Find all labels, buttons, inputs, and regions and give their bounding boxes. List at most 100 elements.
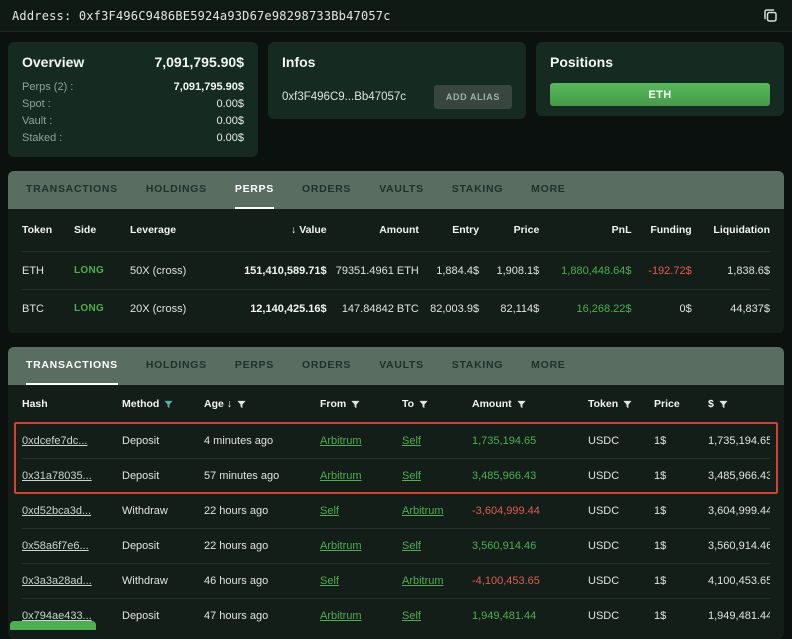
perps-tab-orders[interactable]: ORDERS	[302, 171, 351, 209]
hash-link[interactable]: 0x31a78035...	[22, 470, 92, 482]
position-eth-button[interactable]: ETH	[550, 83, 770, 106]
perps-tab-transactions[interactable]: TRANSACTIONS	[26, 171, 118, 209]
tx-tab-perps[interactable]: PERPS	[235, 347, 274, 385]
partial-bottom-button[interactable]	[10, 621, 96, 630]
overview-row-staked: Staked : 0.00$	[22, 130, 244, 147]
filter-icon[interactable]	[719, 400, 728, 409]
add-alias-button[interactable]: ADD ALIAS	[434, 85, 512, 109]
perps-tab-holdings[interactable]: HOLDINGS	[146, 171, 207, 209]
filter-icon[interactable]	[419, 400, 428, 409]
usd-cell: 4,100,453.65$	[708, 575, 770, 587]
tx-row: 0x794ae433... Deposit 47 hours ago Arbit…	[22, 598, 770, 633]
amount-cell: 3,485,966.43	[472, 470, 584, 482]
summary-cards: Overview 7,091,795.90$ Perps (2) : 7,091…	[0, 32, 792, 159]
row-label: Staked :	[22, 130, 62, 147]
col-funding[interactable]: Funding	[638, 224, 692, 236]
from-link[interactable]: Self	[320, 575, 339, 587]
col-token[interactable]: Token	[588, 398, 650, 410]
filter-icon[interactable]	[517, 400, 526, 409]
tx-tab-orders[interactable]: ORDERS	[302, 347, 351, 385]
tx-tab-staking[interactable]: STAKING	[452, 347, 503, 385]
col-leverage[interactable]: Leverage	[130, 224, 218, 236]
hash-link[interactable]: 0x58a6f7e6...	[22, 540, 89, 552]
age-cell: 4 minutes ago	[204, 435, 316, 447]
amount-cell: 79351.4961 ETH	[333, 265, 419, 277]
filter-icon[interactable]	[351, 400, 360, 409]
address-text: Address: 0xf3F496C9486BE5924a93D67e98298…	[12, 9, 391, 23]
tx-table-header: Hash Method Age ↓ From To Amount Token P…	[22, 385, 770, 423]
filter-icon[interactable]	[164, 400, 173, 409]
filter-icon[interactable]	[623, 400, 632, 409]
col-to[interactable]: To	[402, 398, 468, 410]
to-link[interactable]: Self	[402, 435, 421, 447]
token-cell: USDC	[588, 505, 650, 517]
col-age[interactable]: Age ↓	[204, 398, 316, 410]
pnl-cell: 16,268.22$	[545, 303, 631, 315]
hash-link[interactable]: 0x3a3a28ad...	[22, 575, 92, 587]
col-from[interactable]: From	[320, 398, 398, 410]
tx-row: 0xd52bca3d... Withdraw 22 hours ago Self…	[22, 493, 770, 528]
perps-tab-more[interactable]: MORE	[531, 171, 565, 209]
col-usd[interactable]: $	[708, 398, 770, 410]
from-link[interactable]: Arbitrum	[320, 435, 362, 447]
from-link[interactable]: Self	[320, 505, 339, 517]
row-label: Vault :	[22, 113, 52, 130]
tx-tab-bar: TRANSACTIONS HOLDINGS PERPS ORDERS VAULT…	[8, 347, 784, 385]
hash-link[interactable]: 0xd52bca3d...	[22, 505, 91, 517]
col-token[interactable]: Token	[22, 224, 68, 236]
amount-cell: 3,560,914.46	[472, 540, 584, 552]
col-value-sorted[interactable]: ↓ Value	[224, 224, 327, 236]
from-link[interactable]: Arbitrum	[320, 470, 362, 482]
amount-cell: 1,949,481.44	[472, 610, 584, 622]
amount-cell: 1,735,194.65	[472, 435, 584, 447]
to-link[interactable]: Self	[402, 540, 421, 552]
side-cell: LONG	[74, 265, 124, 276]
filter-icon[interactable]	[237, 400, 246, 409]
token-cell: ETH	[22, 265, 68, 277]
pnl-cell: 1,880,448.64$	[545, 265, 631, 277]
price-cell: 1$	[654, 540, 704, 552]
from-link[interactable]: Arbitrum	[320, 540, 362, 552]
to-link[interactable]: Arbitrum	[402, 575, 444, 587]
positions-title: Positions	[550, 54, 613, 70]
col-liquidation[interactable]: Liquidation	[698, 224, 770, 236]
token-cell: BTC	[22, 303, 68, 315]
method-cell: Withdraw	[122, 505, 200, 517]
col-pnl[interactable]: PnL	[545, 224, 631, 236]
perps-tab-perps[interactable]: PERPS	[235, 171, 274, 209]
positions-card: Positions ETH	[536, 42, 784, 116]
tx-tab-transactions[interactable]: TRANSACTIONS	[26, 347, 118, 385]
method-cell: Deposit	[122, 435, 200, 447]
col-amount[interactable]: Amount	[472, 398, 584, 410]
age-cell: 57 minutes ago	[204, 470, 316, 482]
leverage-cell: 50X (cross)	[130, 265, 218, 277]
usd-cell: 1,949,481.44$	[708, 610, 770, 622]
from-link[interactable]: Arbitrum	[320, 610, 362, 622]
col-amount[interactable]: Amount	[333, 224, 419, 236]
col-method[interactable]: Method	[122, 398, 200, 410]
price-cell: 1,908.1$	[485, 265, 539, 277]
col-entry[interactable]: Entry	[425, 224, 479, 236]
tx-tab-more[interactable]: MORE	[531, 347, 565, 385]
perps-tab-staking[interactable]: STAKING	[452, 171, 503, 209]
tx-tab-vaults[interactable]: VAULTS	[379, 347, 424, 385]
col-side[interactable]: Side	[74, 224, 124, 236]
to-link[interactable]: Self	[402, 470, 421, 482]
row-value: 0.00$	[216, 96, 244, 113]
copy-address-button[interactable]	[760, 6, 780, 26]
tx-tab-holdings[interactable]: HOLDINGS	[146, 347, 207, 385]
row-value: 7,091,795.90$	[174, 79, 244, 96]
overview-row-perps: Perps (2) : 7,091,795.90$	[22, 79, 244, 96]
perps-tab-vaults[interactable]: VAULTS	[379, 171, 424, 209]
perps-row-btc: BTC LONG 20X (cross) 12,140,425.16$ 147.…	[22, 289, 770, 327]
col-hash[interactable]: Hash	[22, 398, 118, 410]
method-cell: Deposit	[122, 470, 200, 482]
entry-cell: 82,003.9$	[425, 303, 479, 315]
method-cell: Deposit	[122, 610, 200, 622]
age-cell: 22 hours ago	[204, 505, 316, 517]
to-link[interactable]: Arbitrum	[402, 505, 444, 517]
hash-link[interactable]: 0xdcefe7dc...	[22, 435, 87, 447]
to-link[interactable]: Self	[402, 610, 421, 622]
col-price[interactable]: Price	[485, 224, 539, 236]
col-price[interactable]: Price	[654, 398, 704, 410]
